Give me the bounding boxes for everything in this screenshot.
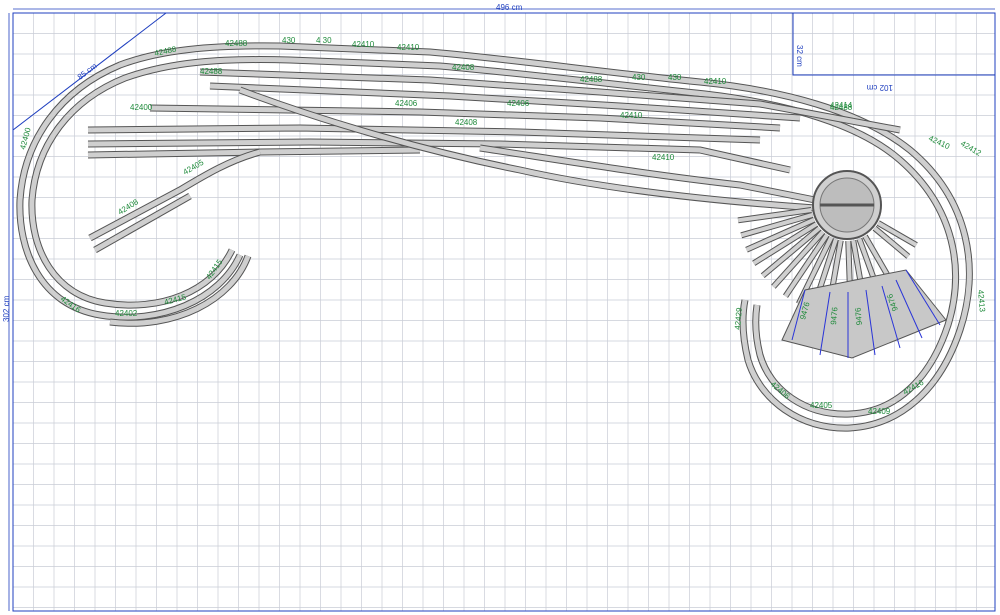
notch-height-dimension: 32 cm — [795, 45, 804, 67]
label-yard-6: 430 — [632, 73, 646, 82]
label-top-2: 430 — [282, 36, 296, 45]
label-top-1: 42488 — [225, 39, 248, 48]
label-yard-9: 42410 — [620, 111, 643, 120]
label-shed-2: 9476 — [829, 306, 840, 325]
label-right-3: 42412 — [959, 139, 983, 158]
label-right-5: 42405 — [810, 401, 833, 410]
label-yard-2: 42406 — [395, 99, 418, 108]
label-top-5: 42410 — [397, 43, 420, 52]
label-yard-1: 42408 — [452, 63, 475, 72]
label-top-3: 4 30 — [316, 36, 332, 45]
height-dimension: 302 cm — [2, 295, 11, 322]
label-yard-8: 42410 — [704, 77, 727, 86]
label-yard-5: 42488 — [580, 75, 603, 84]
label-yard-3: 42406 — [507, 99, 530, 108]
notch-outline — [792, 13, 995, 76]
radial-track-fill — [846, 240, 852, 286]
notch-width-dimension: 102 cm — [866, 83, 893, 92]
label-left-4: 42402 — [115, 309, 138, 318]
label-top-4: 42410 — [352, 40, 375, 49]
label-yard-7: 430 — [668, 73, 682, 82]
label-left-1: 42400 — [130, 103, 153, 112]
turntable — [812, 170, 882, 240]
label-top-7: 42488 — [200, 67, 223, 76]
label-right-1: 42488 — [830, 103, 853, 112]
label-right-6: 42409 — [868, 407, 891, 416]
label-yard-10: 42410 — [652, 153, 675, 162]
track-layout-canvas: 496 cm 302 cm 85 cm 32 cm 102 cm 42488 4… — [2, 3, 996, 612]
label-right-4: 42413 — [976, 289, 987, 312]
label-shed-3: 9476 — [853, 307, 864, 326]
width-dimension: 496 cm — [496, 3, 523, 12]
label-yard-4: 42408 — [455, 118, 478, 127]
